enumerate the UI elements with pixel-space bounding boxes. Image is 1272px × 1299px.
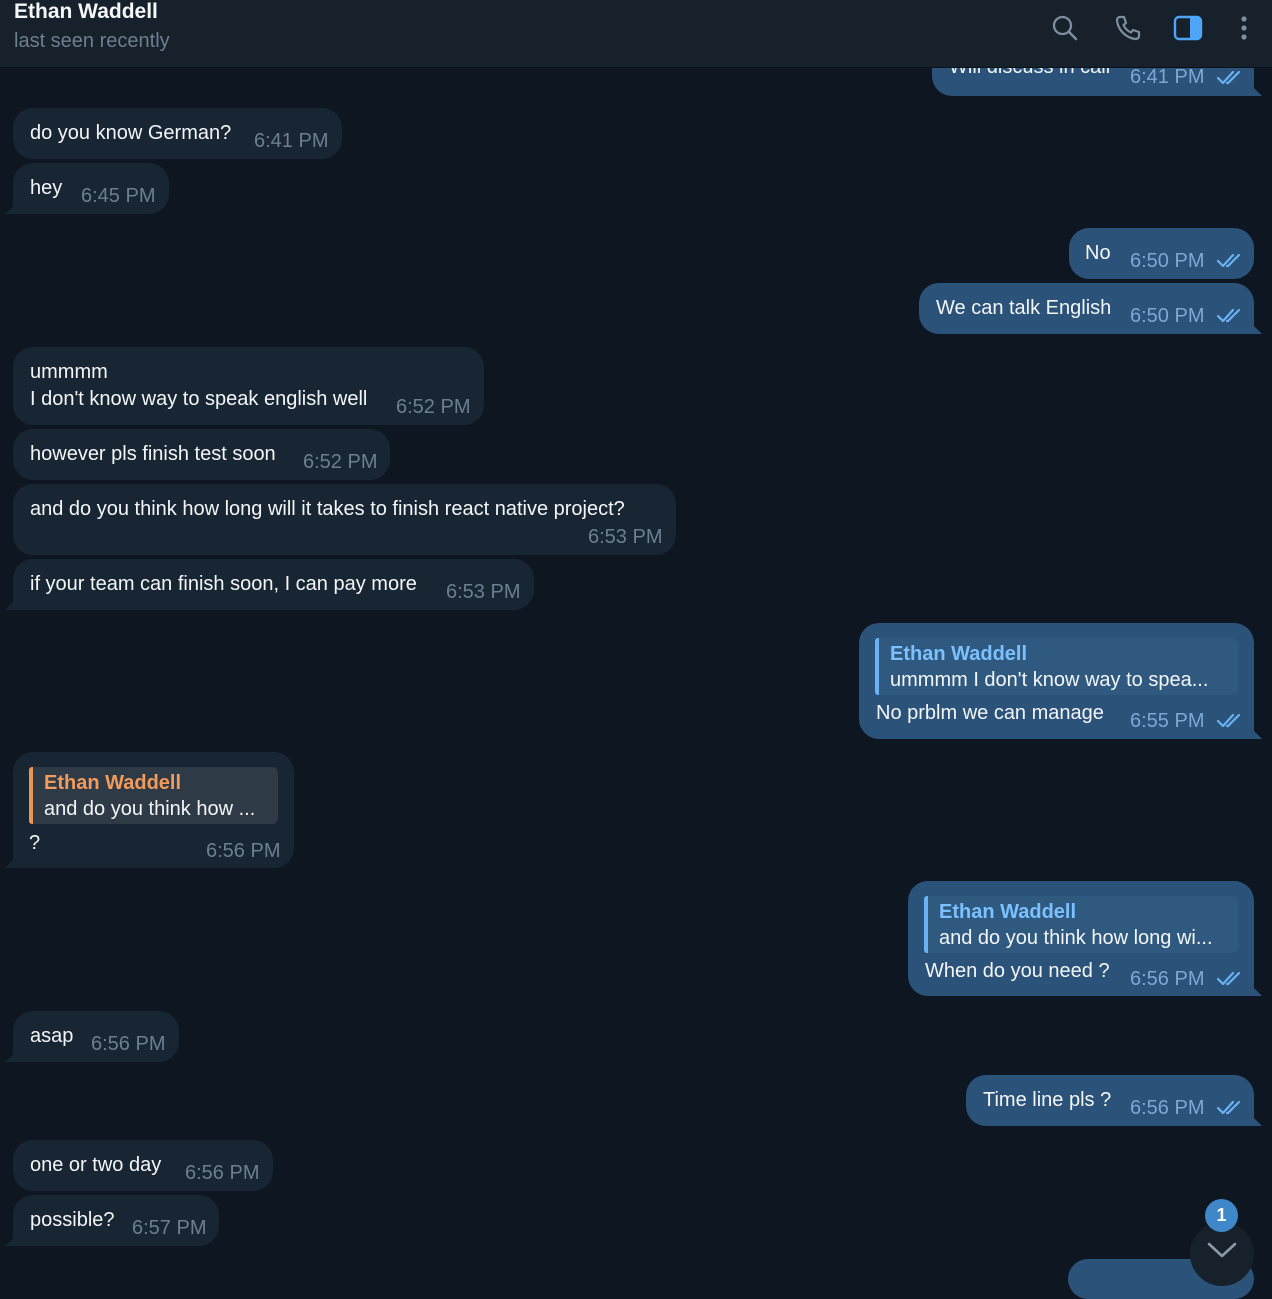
search-icon[interactable] (1047, 10, 1083, 46)
reply-author: Ethan Waddell (939, 901, 1077, 923)
message-incoming[interactable]: one or two day 6:56 PM (13, 1140, 273, 1191)
message-time: 6:53 PM (446, 581, 521, 603)
message-text: We can talk English (936, 297, 1112, 319)
message-time: 6:56 PM (91, 1033, 166, 1055)
message-text: When do you need ? (925, 960, 1110, 982)
message-incoming[interactable]: if your team can finish soon, I can pay … (13, 559, 534, 610)
message-text: and do you think how long will it takes … (30, 498, 625, 520)
sidebar-toggle-icon[interactable] (1170, 10, 1206, 46)
message-text: however pls finish test soon (30, 443, 276, 465)
message-text-line: I don't know way to speak english well (30, 388, 368, 410)
message-text: Time line pls ? (983, 1089, 1112, 1111)
message-incoming[interactable]: ummmm I don't know way to speak english … (13, 347, 484, 425)
message-text: do you know German? (30, 122, 232, 144)
reply-author: Ethan Waddell (890, 643, 1028, 665)
message-text: if your team can finish soon, I can pay … (30, 573, 417, 595)
message-time: 6:50 PM (1130, 305, 1205, 327)
message-outgoing-reply[interactable]: Ethan Waddell ummmm I don't know way to … (859, 623, 1254, 739)
message-text-line: ummmm (30, 361, 108, 383)
message-text: No prblm we can manage (876, 702, 1104, 724)
message-incoming[interactable]: however pls finish test soon 6:52 PM (13, 429, 390, 480)
contact-name[interactable]: Ethan Waddell (14, 0, 158, 24)
double-check-icon (1216, 713, 1241, 728)
contact-status: last seen recently (14, 30, 170, 52)
message-incoming-reply[interactable]: Ethan Waddell and do you think how ... ?… (13, 752, 294, 868)
message-time: 6:56 PM (206, 840, 281, 862)
message-time: 6:55 PM (1130, 710, 1205, 732)
message-incoming[interactable]: and do you think how long will it takes … (13, 484, 676, 555)
reply-text: and do you think how long wi... (939, 927, 1213, 949)
message-time: 6:53 PM (588, 526, 663, 548)
reply-quote[interactable]: Ethan Waddell and do you think how ... (29, 767, 278, 824)
message-time: 6:52 PM (396, 396, 471, 418)
more-vertical-icon[interactable] (1226, 10, 1262, 46)
message-list[interactable]: Will discuss in call 6:41 PM do you know… (0, 0, 1272, 1299)
message-incoming[interactable]: do you know German? 6:41 PM (13, 108, 342, 159)
reply-author: Ethan Waddell (44, 772, 182, 794)
chat-header: Ethan Waddell last seen recently (0, 0, 1272, 68)
message-time: 6:56 PM (185, 1162, 260, 1184)
double-check-icon (1216, 971, 1241, 986)
message-outgoing[interactable]: No 6:50 PM (1069, 228, 1254, 279)
message-text: one or two day (30, 1154, 162, 1176)
message-text: No (1085, 242, 1111, 264)
message-time: 6:56 PM (1130, 1097, 1205, 1119)
message-text: asap (30, 1025, 74, 1047)
message-text: ? (29, 832, 41, 854)
message-text: possible? (30, 1209, 115, 1231)
reply-quote[interactable]: Ethan Waddell ummmm I don't know way to … (875, 638, 1238, 695)
chevron-down-icon (1207, 1242, 1237, 1258)
message-time: 6:52 PM (303, 451, 378, 473)
message-outgoing-reply[interactable]: Ethan Waddell and do you think how long … (908, 881, 1254, 996)
message-incoming[interactable]: asap 6:56 PM (13, 1011, 179, 1062)
message-incoming[interactable]: hey 6:45 PM (13, 163, 169, 214)
message-time: 6:57 PM (132, 1217, 207, 1239)
message-time: 6:41 PM (254, 130, 329, 152)
message-time: 6:50 PM (1130, 250, 1205, 272)
unread-count-badge: 1 (1205, 1199, 1238, 1232)
reply-text: and do you think how ... (44, 798, 256, 820)
phone-icon[interactable] (1110, 10, 1146, 46)
double-check-icon (1216, 308, 1241, 323)
double-check-icon (1216, 1100, 1241, 1115)
double-check-icon (1216, 70, 1241, 85)
reply-text: ummmm I don't know way to spea... (890, 669, 1209, 691)
message-text: hey (30, 177, 63, 199)
message-outgoing[interactable]: Time line pls ? 6:56 PM (966, 1075, 1254, 1126)
message-time: 6:41 PM (1130, 66, 1205, 88)
double-check-icon (1216, 253, 1241, 268)
reply-quote[interactable]: Ethan Waddell and do you think how long … (924, 896, 1238, 953)
message-time: 6:45 PM (81, 185, 156, 207)
message-outgoing[interactable]: We can talk English 6:50 PM (919, 283, 1254, 334)
message-time: 6:56 PM (1130, 968, 1205, 990)
message-incoming[interactable]: possible? 6:57 PM (13, 1195, 219, 1246)
